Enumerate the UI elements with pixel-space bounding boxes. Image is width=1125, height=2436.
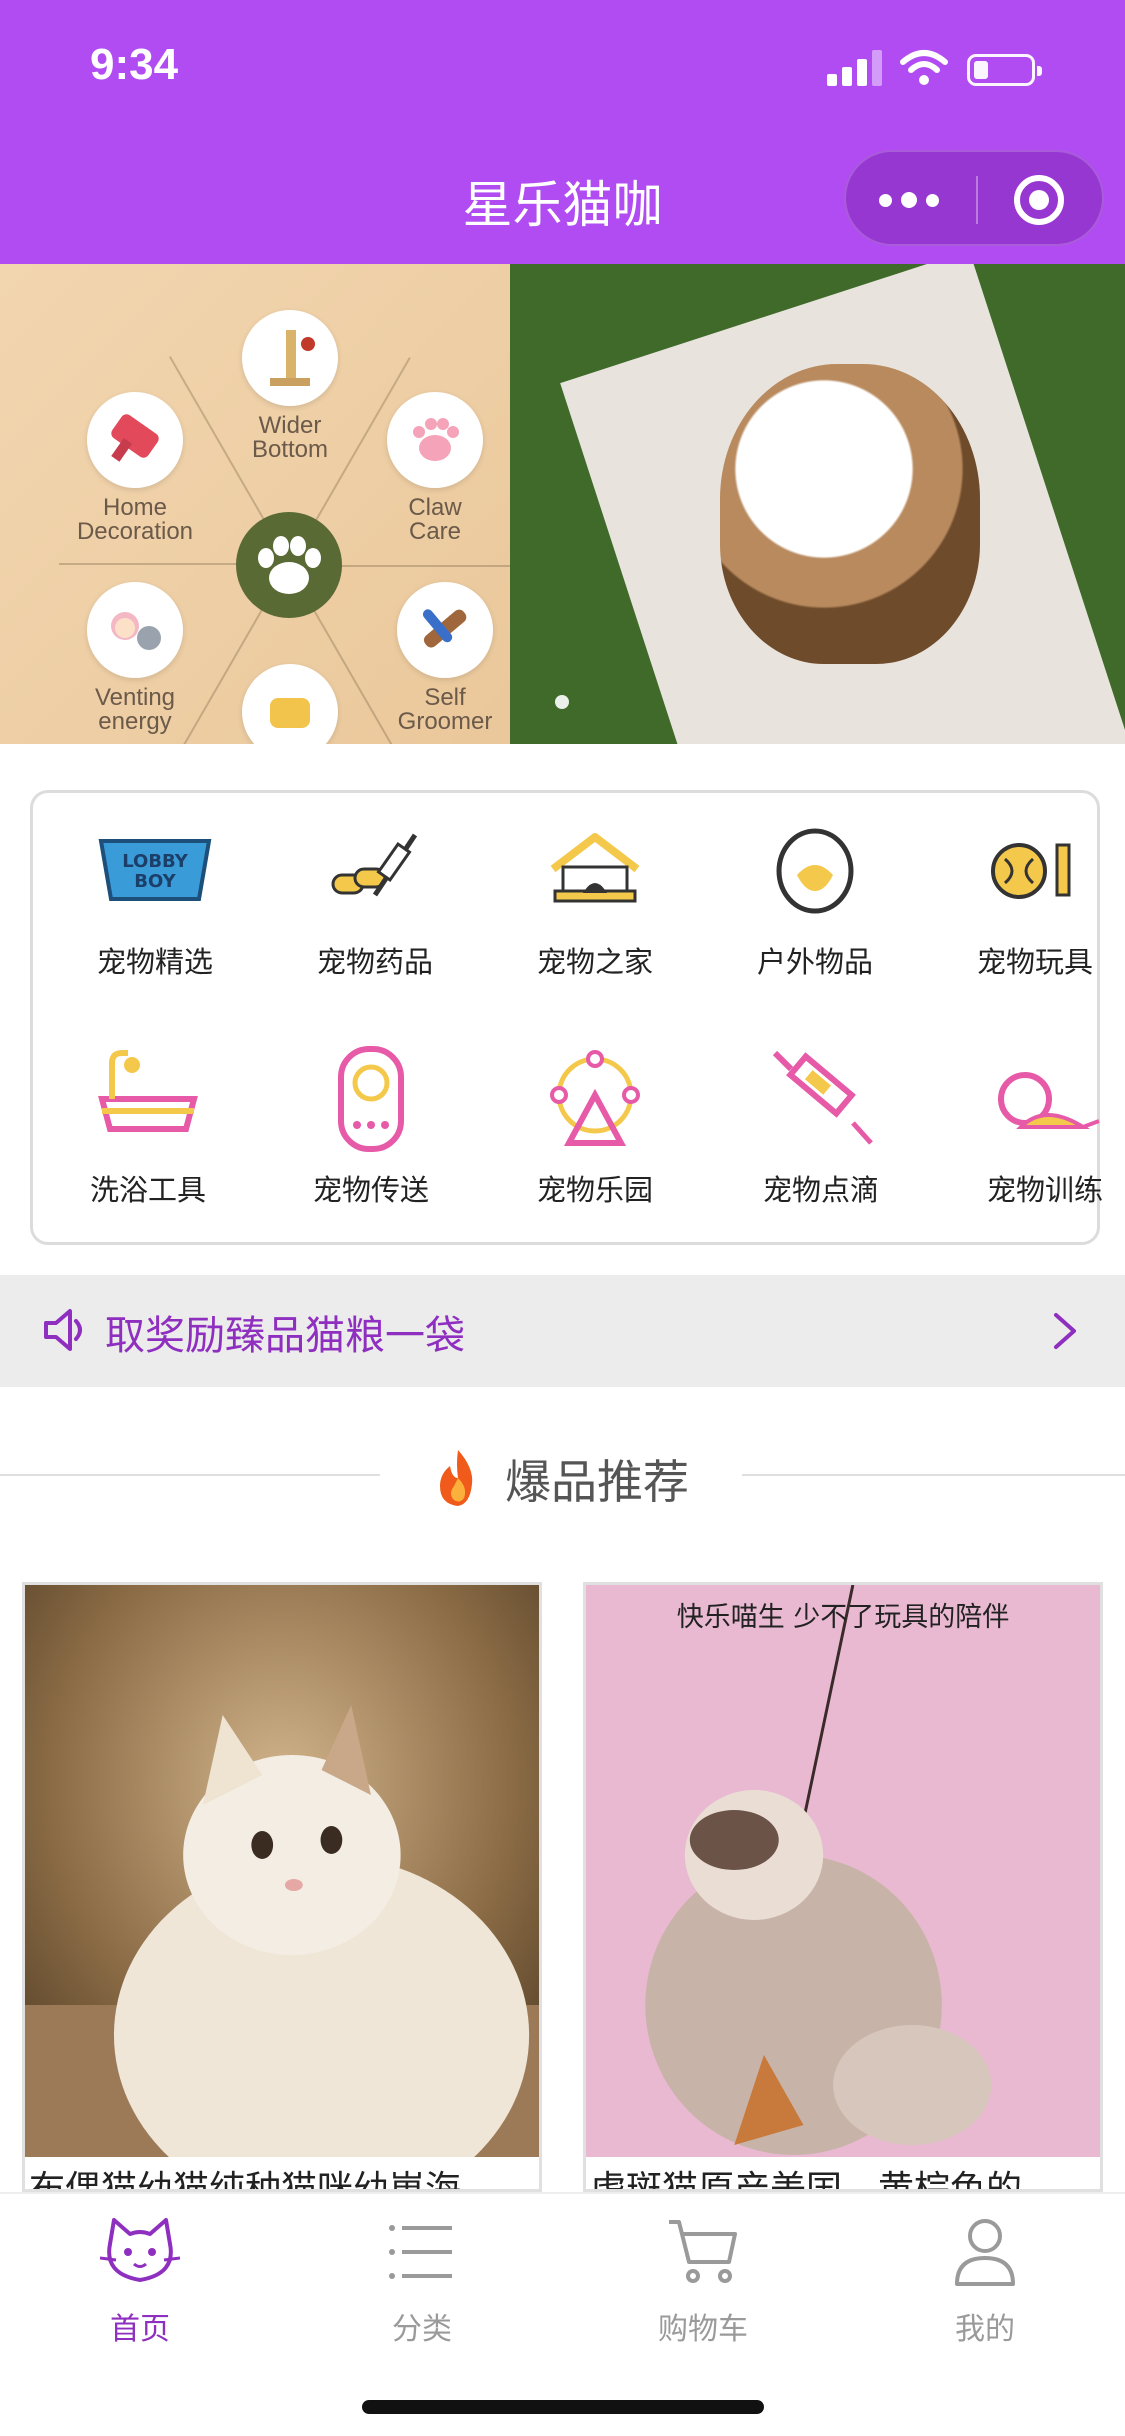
cat-bed-icon	[242, 664, 338, 744]
feature-claw-care: Claw Care	[345, 392, 525, 544]
list-icon	[389, 2225, 452, 2279]
svg-text:BOY: BOY	[134, 871, 176, 892]
announcement-bar[interactable]: 取奖励臻品猫粮一袋	[0, 1275, 1125, 1387]
section-heading: 爆品推荐	[0, 1440, 1125, 1510]
tab-cart[interactable]: 购物车	[603, 2214, 803, 2348]
syringe-pills-icon	[315, 815, 435, 925]
cart-icon	[669, 2220, 737, 2283]
category-outdoor[interactable]: 户外物品	[715, 815, 915, 981]
product-name: 虎斑猫原产美国，黄棕色的	[590, 2169, 1023, 2192]
product-name: 布偶猫幼猫纯种猫咪幼崽海	[29, 2169, 462, 2192]
banner-cat-photo	[510, 264, 1125, 744]
lobby-boy-icon: LOBBY BOY	[95, 815, 215, 925]
more-options-icon[interactable]	[871, 170, 951, 230]
category-pet-carrier[interactable]: 宠物传送	[271, 1043, 471, 1209]
groomer-brush-icon	[397, 582, 493, 678]
product-card[interactable]: 布偶猫幼猫纯种猫咪幼崽海	[22, 1582, 542, 2192]
status-icons	[827, 50, 1077, 90]
scratch-post-icon	[242, 310, 338, 406]
ferris-wheel-icon	[535, 1043, 655, 1153]
category-pet-drip[interactable]: 宠物点滴	[721, 1043, 921, 1209]
cat-face-icon	[99, 2218, 181, 2282]
feature-venting-energy: Venting energy	[45, 582, 225, 734]
tab-home[interactable]: 首页	[40, 2214, 240, 2348]
mini-program-capsule	[844, 150, 1104, 246]
bathtub-icon	[88, 1043, 208, 1153]
fire-icon	[440, 1450, 473, 1506]
tab-category[interactable]: 分类	[322, 2214, 522, 2348]
category-pet-park[interactable]: 宠物乐园	[495, 1043, 695, 1209]
category-pet-training[interactable]: 宠物训练	[945, 1043, 1125, 1209]
banner-feature-panel: Wider Bottom Claw Care Home Decoration V…	[0, 264, 560, 744]
home-indicator[interactable]	[362, 2400, 764, 2414]
feature-self-groomer: Self Groomer	[355, 582, 535, 734]
top-navigation-bar: 9:34 星乐猫咖	[0, 0, 1125, 264]
battery-icon	[967, 54, 1042, 86]
signal-icon	[827, 50, 883, 86]
chevron-right-icon[interactable]	[1048, 1311, 1082, 1351]
category-pet-selection[interactable]: LOBBY BOY 宠物精选	[55, 815, 255, 981]
mouse-toy-icon	[985, 1043, 1105, 1153]
brush-icon	[87, 392, 183, 488]
egg-icon	[755, 815, 875, 925]
user-icon	[955, 2219, 1015, 2286]
banner-page-indicator	[555, 694, 569, 713]
pet-house-icon	[535, 815, 655, 925]
category-pet-medicine[interactable]: 宠物药品	[275, 815, 475, 981]
tab-profile[interactable]: 我的	[885, 2214, 1085, 2348]
product-card[interactable]: 快乐喵生 少不了玩具的陪伴 虎斑猫原产美国，黄棕色的	[583, 1582, 1103, 2192]
feature-home-decoration: Home Decoration	[45, 392, 225, 544]
divider-left	[0, 1474, 380, 1476]
category-pet-toys[interactable]: 宠物玩具	[935, 815, 1125, 981]
paw-pad-icon	[387, 392, 483, 488]
feature-cat-bed	[200, 664, 380, 744]
cat-girl-icon	[87, 582, 183, 678]
speaker-icon	[44, 1309, 82, 1351]
category-grid: LOBBY BOY 宠物精选 宠物药品 宠物之家 户外物品 宠物玩具 洗浴工具 …	[30, 790, 1103, 1245]
status-time: 9:34	[90, 40, 179, 89]
product-caption: 快乐喵生 少不了玩具的陪伴	[676, 1602, 1010, 1633]
paw-logo-icon	[236, 512, 342, 618]
announcement-text: 取奖励臻品猫粮一袋	[105, 1313, 465, 1359]
ball-bone-icon	[975, 815, 1095, 925]
divider-right	[742, 1474, 1125, 1476]
svg-text:LOBBY: LOBBY	[122, 851, 189, 872]
hero-banner[interactable]: Wider Bottom Claw Care Home Decoration V…	[0, 264, 1125, 744]
category-pet-house[interactable]: 宠物之家	[495, 815, 695, 981]
product-image	[25, 1585, 539, 2157]
close-program-icon[interactable]	[996, 170, 1082, 230]
category-bath-tools[interactable]: 洗浴工具	[48, 1043, 248, 1209]
product-image	[586, 1585, 1100, 2157]
syringe-icon	[761, 1043, 881, 1153]
wifi-icon	[900, 50, 948, 85]
pet-carrier-icon	[311, 1043, 431, 1153]
